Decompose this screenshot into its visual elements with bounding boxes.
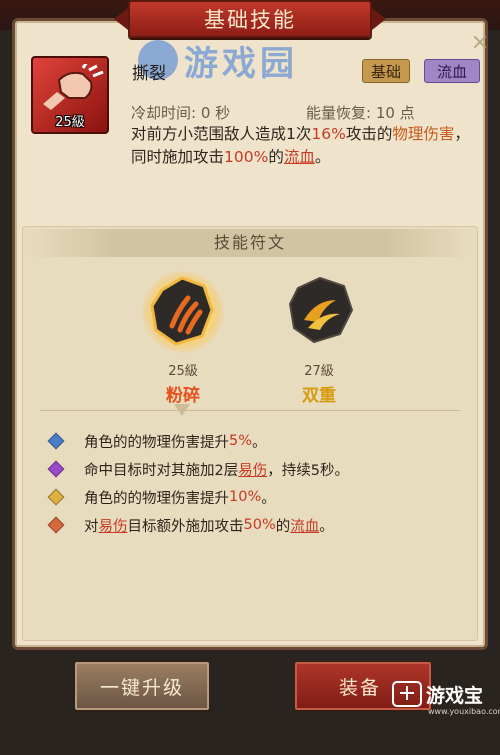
effect-link-vulnerable[interactable]: 易伤 (238, 459, 267, 480)
desc-text: 。 (314, 148, 331, 166)
rune-name: 粉碎 (166, 386, 200, 406)
fist-icon (43, 64, 104, 110)
dialog-title: 基础技能 (128, 0, 372, 38)
close-icon[interactable]: × (470, 32, 490, 54)
effect-row-2: 命中目标时对其施加2层 易伤 ，持续5秒。 (46, 457, 349, 481)
effect-text: 角色的的物理伤害提升 (84, 434, 229, 451)
yellow-diamond-icon (47, 488, 65, 506)
watermark-center-text: 游戏园 (184, 43, 298, 84)
skill-icon: 25級 (31, 56, 109, 134)
effect-link-vulnerable[interactable]: 易伤 (99, 515, 128, 536)
desc-text: 攻击的 (345, 125, 393, 143)
blue-diamond-icon (47, 432, 65, 450)
desc-link-bleed[interactable]: 流血 (284, 148, 315, 166)
rune-double[interactable]: 27級 双重 (274, 270, 364, 406)
purple-diamond-icon (47, 460, 65, 478)
effect-text: 。 (319, 518, 334, 535)
effect-text: ，持续5秒。 (267, 462, 349, 479)
energy-stat: 能量恢复: 10 点 (306, 104, 415, 122)
claw-rune-icon (141, 270, 225, 354)
desc-text: 对前方小范围敌人造成1次 (131, 125, 312, 143)
rune-header: 技能符文 (26, 229, 474, 257)
rune-level: 27級 (304, 364, 334, 379)
cooldown-stat: 冷却时间: 0 秒 (131, 104, 231, 122)
double-slash-rune-icon (288, 276, 354, 344)
effect-value: 10% (229, 489, 262, 505)
desc-value: 16% (311, 125, 346, 143)
rune-shatter[interactable]: 25級 粉碎 (138, 270, 228, 406)
effect-text: 目标额外施加攻击 (127, 518, 244, 535)
effect-link-bleed[interactable]: 流血 (290, 515, 319, 536)
watermark-center: 游戏园 (138, 38, 378, 84)
desc-text: 的 (268, 148, 284, 166)
skill-level: 25級 (55, 115, 85, 130)
orange-diamond-icon (47, 516, 65, 534)
effect-row-4: 对易伤 目标额外施加攻击 50% 的流血。 (46, 513, 334, 537)
effect-text: 对 (84, 518, 99, 535)
effect-row-3: 角色的的物理伤害提升 10%。 (46, 485, 276, 509)
skill-description: 对前方小范围敌人造成1次16%攻击的物理伤害，同时施加攻击100%的流血。 (131, 123, 471, 169)
gamepad-logo-icon (392, 681, 422, 707)
desc-value: 100% (224, 148, 269, 166)
effect-text: 角色的的物理伤害提升 (84, 490, 229, 507)
upgrade-all-button[interactable]: 一键升级 (73, 660, 211, 712)
rune-name: 双重 (302, 386, 336, 406)
effect-row-1: 角色的的物理伤害提升 5%。 (46, 429, 267, 453)
effect-text: 。 (261, 490, 276, 507)
effect-text: 命中目标时对其施加2层 (84, 462, 239, 479)
effect-value: 50% (243, 517, 276, 533)
skill-name: 撕裂 (132, 64, 166, 84)
divider (40, 410, 460, 411)
watermark-corner-text: 游戏宝 (426, 684, 484, 707)
rune-level: 25級 (168, 364, 198, 379)
desc-keyword: 物理伤害 (392, 125, 455, 143)
tag-basic: 基础 (362, 59, 411, 83)
effect-text: 的 (275, 518, 291, 535)
effect-text: 。 (252, 434, 267, 451)
effect-value: 5% (229, 433, 253, 449)
tag-bleed: 流血 (424, 59, 480, 83)
watermark-url: www.youxibao.com (428, 707, 500, 716)
